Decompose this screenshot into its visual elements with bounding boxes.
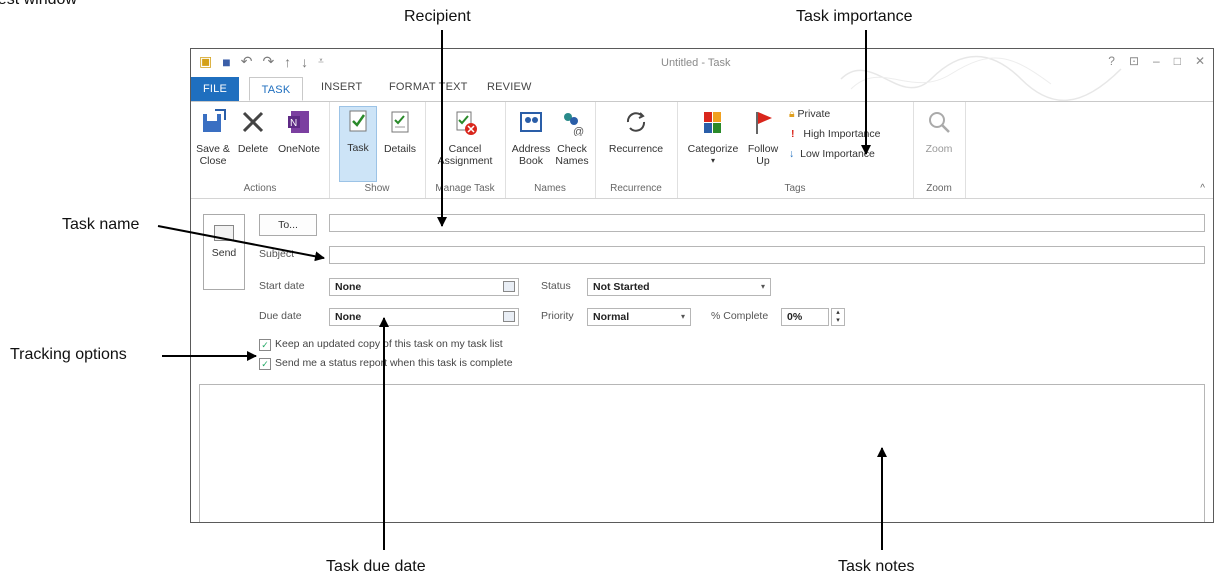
annotation-arrows bbox=[157, 30, 887, 550]
task-name-arrow bbox=[157, 225, 325, 262]
